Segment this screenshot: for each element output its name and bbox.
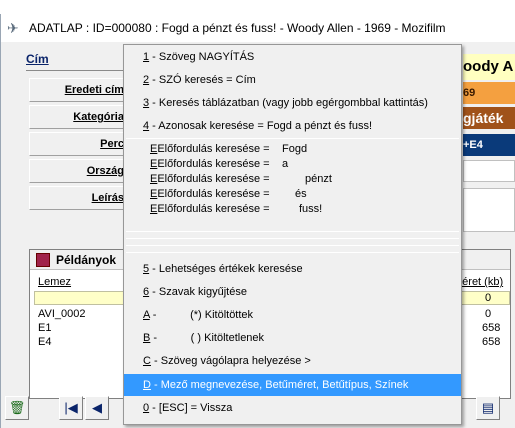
field-leiras[interactable]: Leírás (29, 186, 127, 210)
menu-separator (126, 238, 459, 239)
country-value[interactable] (463, 160, 515, 182)
menu-item-0-text: - [ESC] = Vissza (149, 402, 233, 414)
menu-item-c-text: - Szöveg vágólapra helyezése > (150, 355, 311, 367)
menu-item-2-text: - SZÓ keresés = Cím (149, 74, 256, 86)
menu-item-d-key: D (143, 379, 151, 391)
menu-item-1[interactable]: 1 - Szöveg NAGYÍTÁS (124, 46, 461, 68)
occurrence-item-5[interactable]: EElőfordulás keresése = fuss! (150, 202, 322, 217)
menu-item-c-key: C (143, 355, 151, 367)
trash-icon[interactable]: 🗑 (5, 396, 29, 420)
menu-item-b[interactable]: B - ( ) Kitöltetlenek (124, 327, 461, 349)
menu-item-b-text: - ( ) Kitöltetlenek (150, 332, 265, 344)
occurrence-item-4[interactable]: EElőfordulás keresése = és (150, 187, 307, 202)
occurrence-word-5: fuss! (299, 203, 323, 215)
row-2-lemez[interactable]: E1 (38, 322, 51, 334)
menu-item-a-key: A (143, 309, 150, 321)
context-menu: 1 - Szöveg NAGYÍTÁS 2 - SZÓ keresés = Cí… (123, 44, 462, 425)
menu-item-3[interactable]: 3 - Keresés táblázatban (vagy jobb egérg… (124, 92, 461, 114)
year-value[interactable]: 69 (463, 82, 515, 104)
field-eredeti-cim[interactable]: Eredeti cím (29, 78, 127, 102)
occurrence-label-4: Előfordulás keresése = (157, 188, 270, 200)
row-3-lemez[interactable]: E4 (38, 336, 51, 348)
description-value[interactable] (463, 188, 515, 232)
occurrence-label-3: Előfordulás keresése = (157, 173, 270, 185)
row-1-meret[interactable]: 0 (485, 308, 491, 320)
occurrence-item-1[interactable]: EElőfordulás keresése = Fogd (150, 142, 307, 157)
occurrence-label-2: Előfordulás keresése = (157, 158, 270, 170)
column-lemez[interactable]: Lemez (38, 276, 71, 288)
row-2-meret[interactable]: 658 (482, 322, 500, 334)
menu-item-d[interactable]: D - Mező megnevezése, Betűméret, Betűtíp… (124, 374, 461, 396)
occurrence-word-3: pénzt (305, 173, 332, 185)
duration-value[interactable]: +E4 (463, 134, 515, 156)
menu-item-4[interactable]: 4 - Azonosak keresése = Fogd a pénzt és … (124, 115, 461, 137)
menu-item-4-text: - Azonosak keresése = Fogd a pénzt és fu… (149, 120, 372, 132)
menu-item-6-text: - Szavak kigyűjtése (149, 286, 247, 298)
cim-field-link[interactable]: Cím (26, 52, 49, 66)
copies-icon (36, 253, 50, 267)
app-icon: ✈ (7, 20, 19, 36)
title-value[interactable]: oody A (463, 54, 515, 80)
occurrence-word-4: és (295, 188, 307, 200)
menu-separator (126, 231, 459, 232)
field-perc[interactable]: Perc (29, 132, 127, 156)
menu-item-1-text: - Szöveg NAGYÍTÁS (149, 51, 255, 63)
previous-record-icon[interactable]: ◀ (85, 396, 109, 420)
list-icon[interactable]: ▤ (476, 396, 500, 420)
field-orszag[interactable]: Ország (29, 159, 127, 183)
occurrence-word-1: Fogd (282, 143, 308, 155)
menu-item-a-text: - (*) Kitöltöttek (149, 309, 254, 321)
menu-item-5[interactable]: 5 - Lehetséges értékek keresése (124, 258, 461, 280)
menu-item-d-text: - Mező megnevezése, Betűméret, Betűtípus… (150, 379, 409, 391)
top-strip (0, 0, 515, 14)
menu-item-c[interactable]: C - Szöveg vágólapra helyezése > (124, 350, 461, 372)
row-1-lemez[interactable]: AVI_0002 (38, 308, 86, 320)
menu-item-5-text: - Lehetséges értékek keresése (149, 263, 303, 275)
occurrence-label-5: Előfordulás keresése = (157, 203, 270, 215)
category-value[interactable]: gjáték (463, 107, 515, 129)
title-bar: ✈ ADATLAP : ID=000080 : Fogd a pénzt és … (1, 14, 515, 42)
occurrence-item-2[interactable]: EElőfordulás keresése = a (150, 157, 288, 172)
row-3-meret[interactable]: 658 (482, 336, 500, 348)
menu-separator (126, 138, 459, 139)
menu-item-a[interactable]: A - (*) Kitöltöttek (124, 304, 461, 326)
cim-underline (26, 70, 126, 71)
occurrence-word-2: a (282, 158, 289, 170)
field-kategoria[interactable]: Kategória (29, 105, 127, 129)
menu-item-6[interactable]: 6 - Szavak kigyűjtése (124, 281, 461, 303)
menu-separator (126, 252, 459, 253)
menu-separator (126, 245, 459, 246)
menu-item-2[interactable]: 2 - SZÓ keresés = Cím (124, 69, 461, 91)
window-title: ADATLAP : ID=000080 : Fogd a pénzt és fu… (29, 21, 446, 35)
occurrence-item-3[interactable]: EElőfordulás keresése = pénzt (150, 172, 332, 187)
menu-item-3-text: - Keresés táblázatban (vagy jobb egérgom… (149, 97, 428, 109)
first-record-icon[interactable]: |◀ (59, 396, 83, 420)
menu-item-0[interactable]: 0 - [ESC] = Vissza (124, 397, 461, 419)
occurrence-label-1: Előfordulás keresése = (157, 143, 270, 155)
copies-title: Példányok (56, 253, 117, 267)
row-0-meret[interactable]: 0 (485, 292, 491, 304)
